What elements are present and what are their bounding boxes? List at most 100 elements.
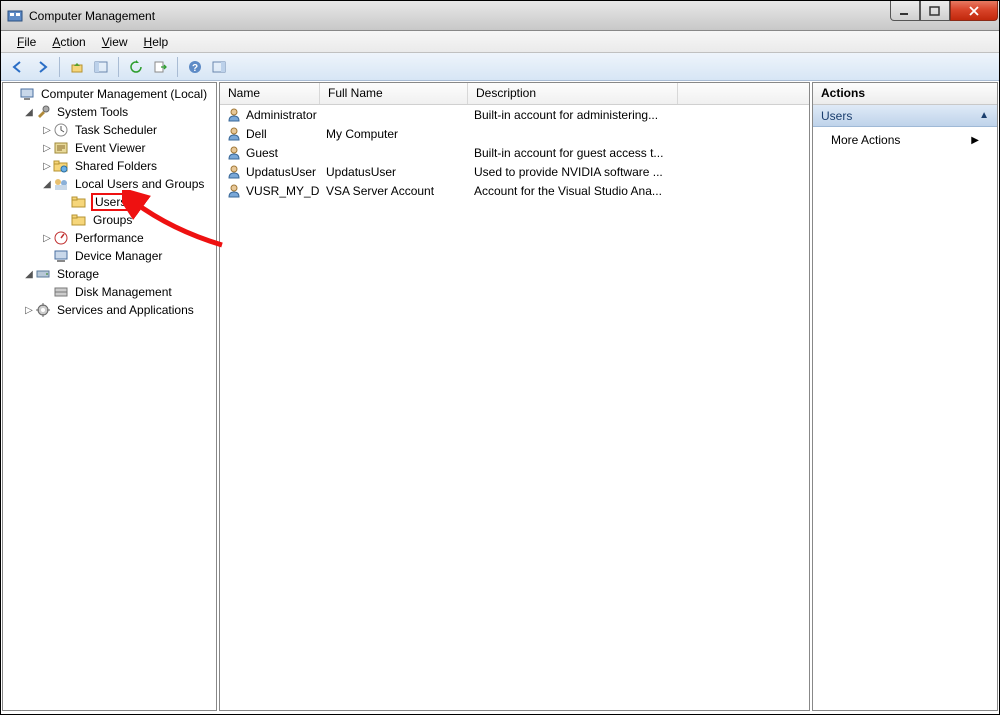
menu-view[interactable]: View [96,33,134,51]
forward-button[interactable] [31,56,53,78]
tree-event-viewer[interactable]: ▷ Event Viewer [3,139,216,157]
tools-icon [35,104,51,120]
user-desc: Built-in account for administering... [468,108,678,122]
user-name: VUSR_MY_D... [246,184,320,198]
tree-label-selected: Users [91,193,130,211]
user-icon [226,164,242,180]
list-row[interactable]: Guest Built-in account for guest access … [220,143,809,162]
expand-icon[interactable]: ▷ [23,305,35,316]
tree-label: Groups [91,212,134,228]
help-button[interactable]: ? [184,56,206,78]
tree-device-manager[interactable]: Device Manager [3,247,216,265]
up-button[interactable] [66,56,88,78]
show-hide-tree-button[interactable] [90,56,112,78]
tree-label: Services and Applications [55,302,196,318]
toolbar-separator [118,57,119,77]
user-icon [226,183,242,199]
export-button[interactable] [149,56,171,78]
list-panel: Name Full Name Description Administrator… [219,82,810,711]
user-icon [226,126,242,142]
tree-groups[interactable]: Groups [3,211,216,229]
user-fullname: VSA Server Account [320,184,468,198]
user-name: Guest [246,146,278,160]
expand-icon[interactable]: ▷ [41,233,53,244]
svg-text:?: ? [192,63,198,74]
tree-task-scheduler[interactable]: ▷ Task Scheduler [3,121,216,139]
maximize-button[interactable] [920,1,950,21]
close-button[interactable] [950,1,998,21]
show-hide-action-pane-button[interactable] [208,56,230,78]
toolbar: ? [1,53,999,81]
minimize-button[interactable] [890,1,920,21]
clock-icon [53,122,69,138]
menu-file[interactable]: File [11,33,42,51]
folder-icon [71,212,87,228]
actions-section[interactable]: Users ▲ [813,105,997,127]
menubar: File Action View Help [1,31,999,53]
tree: Computer Management (Local) ◢ System Too… [3,83,216,321]
col-fullname[interactable]: Full Name [320,83,468,104]
user-desc: Used to provide NVIDIA software ... [468,165,678,179]
user-name: Administrator [246,108,317,122]
tree-label: Disk Management [73,284,174,300]
list-row[interactable]: UpdatusUser UpdatusUser Used to provide … [220,162,809,181]
list-body: Administrator Built-in account for admin… [220,105,809,200]
tree-label: Local Users and Groups [73,176,206,192]
device-icon [53,248,69,264]
users-groups-icon [53,176,69,192]
user-icon [226,107,242,123]
user-desc: Built-in account for guest access t... [468,146,678,160]
content: Computer Management (Local) ◢ System Too… [1,81,999,712]
tree-label: Device Manager [73,248,164,264]
tree-shared-folders[interactable]: ▷ Shared Folders [3,157,216,175]
tree-performance[interactable]: ▷ Performance [3,229,216,247]
tree-label: Computer Management (Local) [39,86,209,102]
chevron-right-icon: ▶ [971,135,979,146]
user-fullname: UpdatusUser [320,165,468,179]
tree-users[interactable]: Users [3,193,216,211]
collapse-icon[interactable]: ◢ [41,179,53,190]
list-row[interactable]: Administrator Built-in account for admin… [220,105,809,124]
tree-label: Storage [55,266,101,282]
collapse-icon[interactable]: ◢ [23,269,35,280]
tree-services-apps[interactable]: ▷ Services and Applications [3,301,216,319]
user-desc: Account for the Visual Studio Ana... [468,184,678,198]
shared-folder-icon [53,158,69,174]
expand-icon[interactable]: ▷ [41,143,53,154]
tree-label: System Tools [55,104,130,120]
back-button[interactable] [7,56,29,78]
collapse-icon[interactable]: ◢ [23,107,35,118]
tree-label: Task Scheduler [73,122,159,138]
more-actions-label: More Actions [831,133,900,147]
refresh-button[interactable] [125,56,147,78]
services-icon [35,302,51,318]
collapse-icon: ▲ [979,110,989,121]
window-controls [890,1,998,21]
tree-system-tools[interactable]: ◢ System Tools [3,103,216,121]
app-icon [7,8,23,24]
tree-storage[interactable]: ◢ Storage [3,265,216,283]
expand-icon[interactable]: ▷ [41,161,53,172]
list-row[interactable]: Dell My Computer [220,124,809,143]
folder-icon [71,194,87,210]
computer-icon [19,86,35,102]
tree-local-users-groups[interactable]: ◢ Local Users and Groups [3,175,216,193]
expand-icon[interactable]: ▷ [41,125,53,136]
storage-icon [35,266,51,282]
tree-root[interactable]: Computer Management (Local) [3,85,216,103]
list-row[interactable]: VUSR_MY_D... VSA Server Account Account … [220,181,809,200]
menu-action[interactable]: Action [46,33,91,51]
col-name[interactable]: Name [220,83,320,104]
actions-header: Actions [813,83,997,105]
actions-section-label: Users [821,109,852,123]
tree-disk-management[interactable]: Disk Management [3,283,216,301]
toolbar-separator [177,57,178,77]
actions-more[interactable]: More Actions ▶ [813,127,997,153]
col-description[interactable]: Description [468,83,678,104]
menu-help[interactable]: Help [138,33,175,51]
user-icon [226,145,242,161]
user-name: Dell [246,127,267,141]
event-icon [53,140,69,156]
disk-icon [53,284,69,300]
tree-panel: Computer Management (Local) ◢ System Too… [2,82,217,711]
